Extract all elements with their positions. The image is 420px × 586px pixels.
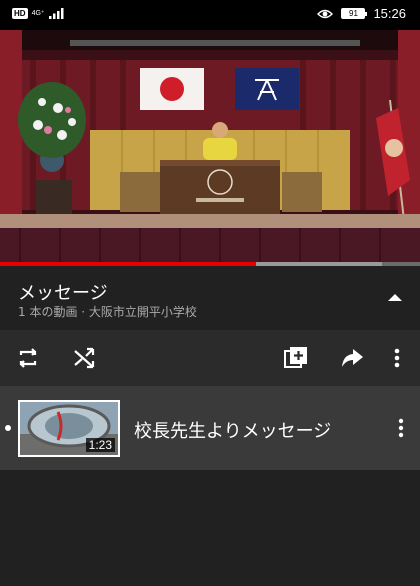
video-thumbnail[interactable]: 1:23 xyxy=(18,400,120,457)
video-frame xyxy=(0,30,420,262)
more-vert-icon[interactable] xyxy=(385,344,409,372)
clock: 15:26 xyxy=(373,6,406,21)
loop-icon[interactable] xyxy=(14,344,42,372)
hd-icon: HD xyxy=(12,7,28,19)
video-player[interactable] xyxy=(0,30,420,262)
status-right: 91 15:26 xyxy=(317,6,406,21)
status-bar: HD 4G⁺ 91 15:26 xyxy=(0,0,420,30)
network-type: 4G⁺ xyxy=(31,9,45,17)
share-icon[interactable] xyxy=(338,344,366,372)
signal-icon xyxy=(48,8,64,19)
playlist-subtitle: 1 本の動画 · 大阪市立開平小学校 xyxy=(18,305,197,319)
video-duration: 1:23 xyxy=(85,438,115,452)
chevron-up-icon[interactable] xyxy=(384,286,406,308)
battery-level: 91 xyxy=(342,9,365,18)
video-title[interactable]: 校長先生よりメッセージ xyxy=(134,417,331,443)
add-to-playlist-icon[interactable] xyxy=(282,344,310,372)
list-item[interactable]: 1:23 校長先生よりメッセージ xyxy=(0,386,420,470)
now-playing-indicator xyxy=(5,425,11,431)
battery-icon: 91 xyxy=(341,8,368,19)
eye-icon xyxy=(317,9,334,18)
more-vert-icon[interactable] xyxy=(396,416,406,440)
playlist-actions xyxy=(0,330,420,386)
playlist-header: メッセージ 1 本の動画 · 大阪市立開平小学校 xyxy=(0,266,420,330)
playlist-title: メッセージ xyxy=(18,283,108,304)
shuffle-icon[interactable] xyxy=(70,344,98,372)
playlist-items: 1:23 校長先生よりメッセージ xyxy=(0,386,420,586)
status-left: HD 4G⁺ xyxy=(12,7,65,19)
